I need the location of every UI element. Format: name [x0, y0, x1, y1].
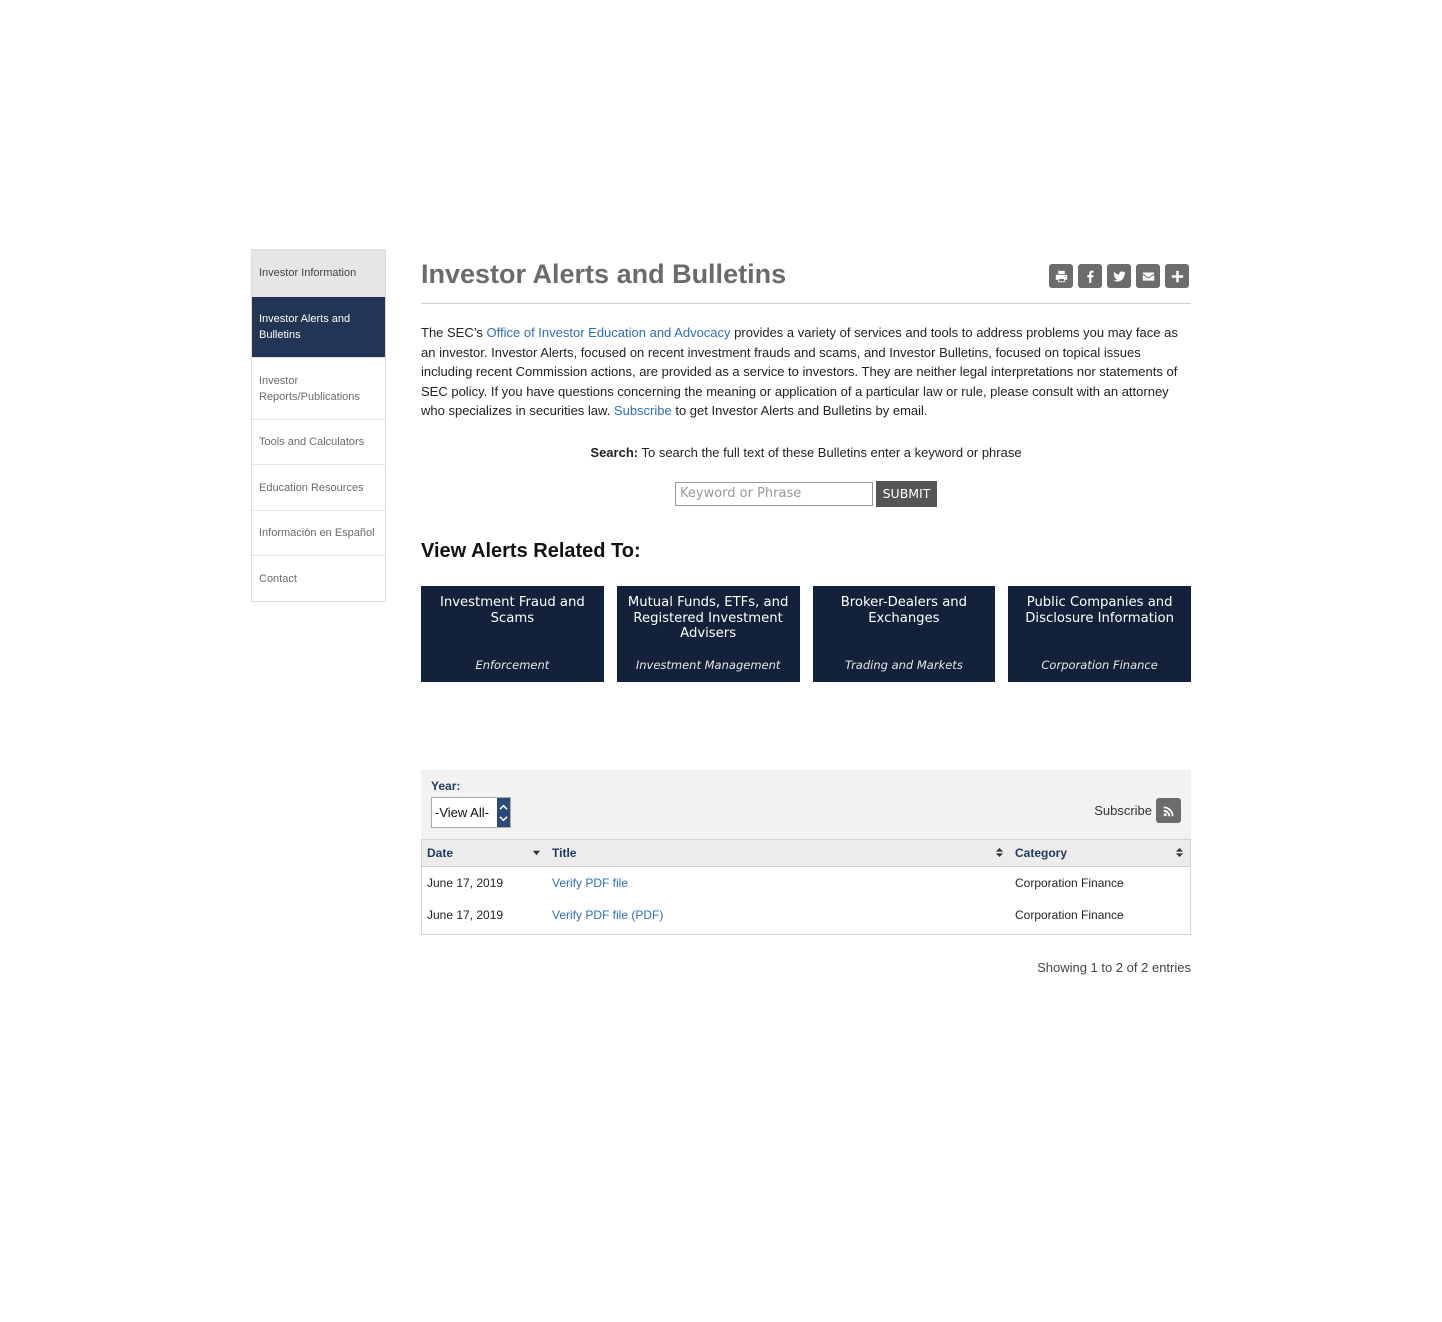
- main-content: Investor Alerts and Bulletins The SEC’s …: [421, 249, 1191, 682]
- cell-category: Corporation Finance: [1015, 876, 1124, 890]
- rss-icon: [1163, 806, 1173, 816]
- year-select-value: -View All-: [435, 805, 489, 820]
- sidebar-item-investor-alerts[interactable]: Investor Alerts and Bulletins: [252, 296, 385, 357]
- related-heading: View Alerts Related To:: [421, 539, 641, 562]
- sidebar-item-investor-information[interactable]: Investor Information: [252, 250, 385, 296]
- search-placeholder: Keyword or Phrase: [680, 486, 802, 502]
- year-select[interactable]: -View All-: [431, 797, 511, 828]
- intro-text: The SEC’s: [421, 325, 487, 340]
- facebook-icon: [1086, 270, 1094, 283]
- tile-public-companies[interactable]: Public Companies and Disclosure Informat…: [1008, 585, 1191, 682]
- sidebar-item-label: Investor Information: [259, 267, 357, 279]
- sidebar-item-espanol[interactable]: Información en Español: [252, 510, 385, 555]
- chevron-down-icon: [499, 815, 508, 821]
- tile-title: Mutual Funds, ETFs, and Registered Inves…: [627, 594, 789, 642]
- column-header-label: Date: [427, 846, 454, 860]
- facebook-share-button[interactable]: [1078, 264, 1102, 288]
- sidebar-item-tools-calculators[interactable]: Tools and Calculators: [252, 419, 385, 464]
- subscribe-link[interactable]: Subscribe: [614, 403, 672, 418]
- tile-subtitle: Enforcement: [475, 657, 550, 672]
- cell-date: June 17, 2019: [427, 908, 504, 922]
- bulletin-link[interactable]: Verify PDF file (PDF): [552, 908, 663, 922]
- year-label: Year:: [431, 779, 461, 793]
- chevron-up-icon: [499, 804, 508, 810]
- sidebar-item-label: Contact: [259, 572, 297, 585]
- search-hint: To search the full text of these Bulleti…: [638, 444, 1022, 460]
- tile-subtitle: Investment Management: [635, 657, 781, 672]
- sort-icon: [995, 848, 1004, 857]
- search-instructions: Search: To search the full text of these…: [421, 445, 1191, 460]
- share-toolbar: [1049, 264, 1189, 288]
- column-header-label: Category: [1015, 846, 1068, 860]
- subscribe-rss[interactable]: Subscribe: [1094, 798, 1181, 823]
- plus-icon: [1171, 270, 1183, 282]
- email-share-button[interactable]: [1136, 264, 1160, 288]
- column-header-title[interactable]: Title: [547, 840, 1010, 866]
- tile-mutual-funds[interactable]: Mutual Funds, ETFs, and Registered Inves…: [616, 585, 800, 682]
- filter-bar: Year: -View All- Subscribe: [421, 770, 1191, 839]
- print-icon: [1055, 270, 1067, 282]
- search-input[interactable]: Keyword or Phrase: [675, 481, 873, 506]
- sidebar-item-label: Education Resources: [259, 481, 364, 494]
- column-header-date[interactable]: Date: [422, 840, 547, 866]
- submit-button[interactable]: SUBMIT: [876, 480, 937, 507]
- rss-button[interactable]: [1156, 798, 1181, 823]
- table-row: June 17, 2019 Verify PDF file Corporatio…: [422, 867, 1190, 899]
- table-row: June 17, 2019 Verify PDF file (PDF) Corp…: [422, 899, 1190, 931]
- tile-investment-fraud[interactable]: Investment Fraud and Scams Enforcement: [421, 585, 604, 682]
- sidebar-nav: Investor Information Investor Alerts and…: [251, 249, 386, 602]
- intro-paragraph: The SEC’s Office of Investor Education a…: [421, 323, 1191, 421]
- search-row: Keyword or Phrase SUBMIT: [421, 480, 1191, 507]
- sort-desc-icon: [532, 850, 541, 856]
- office-link[interactable]: Office of Investor Education and Advocac…: [487, 325, 731, 340]
- sidebar-item-label: Investor Reports/Publications: [259, 374, 360, 403]
- cell-title: Verify PDF file (PDF): [547, 908, 1010, 922]
- cell-category: Corporation Finance: [1015, 908, 1124, 922]
- entries-count: Showing 1 to 2 of 2 entries: [1037, 960, 1191, 975]
- sort-icon: [1175, 848, 1184, 857]
- email-icon: [1142, 271, 1154, 281]
- tile-broker-dealers[interactable]: Broker-Dealers and Exchanges Trading and…: [812, 585, 996, 682]
- related-tiles: Investment Fraud and Scams Enforcement M…: [421, 585, 1191, 682]
- tile-title: Investment Fraud and Scams: [440, 594, 585, 626]
- table-body: June 17, 2019 Verify PDF file Corporatio…: [422, 867, 1190, 934]
- subscribe-label: Subscribe: [1094, 803, 1152, 818]
- print-button[interactable]: [1049, 264, 1073, 288]
- title-row: Investor Alerts and Bulletins: [421, 249, 1191, 304]
- sidebar-item-label: Tools and Calculators: [259, 436, 365, 448]
- twitter-icon: [1112, 270, 1126, 282]
- bulletin-link[interactable]: Verify PDF file: [552, 876, 628, 890]
- sidebar-item-label: Información en Español: [259, 527, 375, 539]
- cell-title: Verify PDF file: [547, 876, 1010, 890]
- tile-title: Public Companies and Disclosure Informat…: [1025, 594, 1174, 626]
- sidebar-item-contact[interactable]: Contact: [252, 555, 385, 601]
- twitter-share-button[interactable]: [1107, 264, 1131, 288]
- table-header: Date Title Category: [422, 840, 1190, 867]
- tile-subtitle: Trading and Markets: [844, 657, 963, 672]
- bulletins-table: Date Title Category June 17, 2019 Verify…: [421, 839, 1191, 935]
- column-header-label: Title: [552, 846, 577, 860]
- tile-title: Broker-Dealers and Exchanges: [840, 594, 968, 626]
- sidebar-item-education-resources[interactable]: Education Resources: [252, 464, 385, 510]
- column-header-category[interactable]: Category: [1010, 840, 1190, 866]
- page-title: Investor Alerts and Bulletins: [421, 259, 787, 289]
- sidebar-item-label: Investor Alerts and Bulletins: [259, 313, 351, 341]
- tile-subtitle: Corporation Finance: [1041, 657, 1158, 672]
- more-share-button[interactable]: [1165, 264, 1189, 288]
- search-label: Search:: [590, 444, 639, 460]
- cell-date: June 17, 2019: [427, 876, 504, 890]
- sidebar-item-investor-reports[interactable]: Investor Reports/Publications: [252, 357, 385, 419]
- intro-text: to get Investor Alerts and Bulletins by …: [671, 403, 928, 419]
- select-spinner[interactable]: [497, 798, 510, 827]
